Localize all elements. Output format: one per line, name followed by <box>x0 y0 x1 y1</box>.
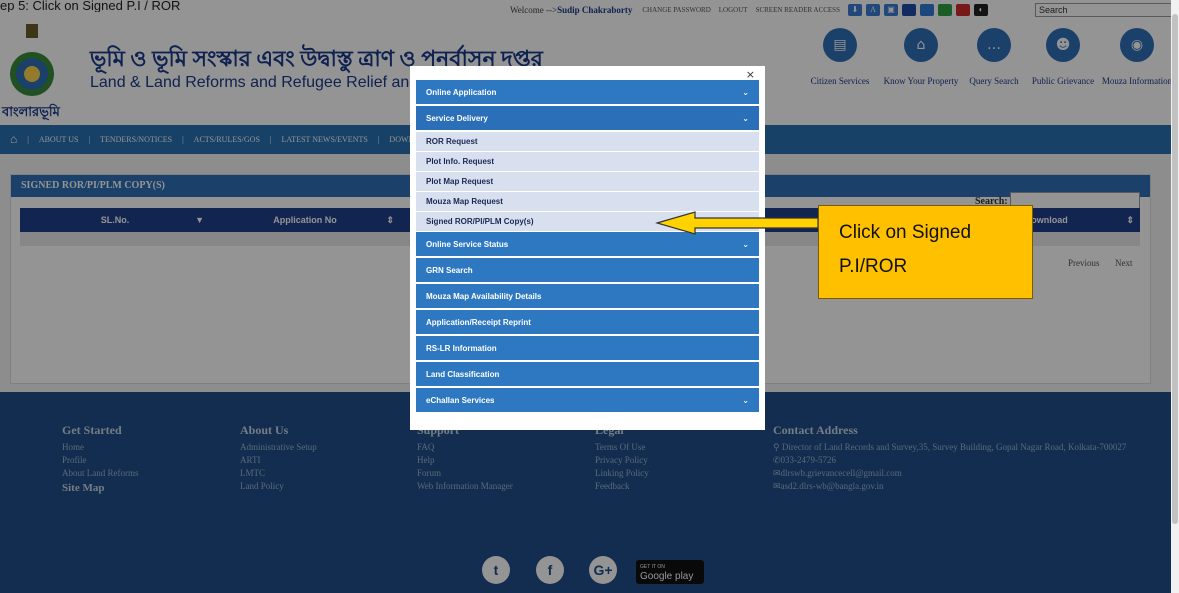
chevron-down-icon: ⌄ <box>742 395 749 405</box>
menu-service-delivery[interactable]: Service Delivery ⌄ <box>416 106 759 132</box>
submenu-mouza-map-request[interactable]: Mouza Map Request <box>416 192 759 212</box>
instruction-callout: Click on Signed P.I/ROR <box>818 205 1033 299</box>
scrollbar-thumb[interactable] <box>1172 14 1178 524</box>
chevron-down-icon: ⌄ <box>742 87 749 97</box>
menu-mouza-map-availability[interactable]: Mouza Map Availability Details <box>416 284 759 310</box>
chevron-down-icon: ⌄ <box>742 239 749 249</box>
menu-echallan-services[interactable]: eChallan Services ⌄ <box>416 388 759 414</box>
submenu-ror-request[interactable]: ROR Request <box>416 132 759 152</box>
services-popup: × Online Application ⌄ Service Delivery ⌄ … <box>410 66 765 430</box>
chevron-down-icon: ⌄ <box>742 113 749 123</box>
menu-land-classification[interactable]: Land Classification <box>416 362 759 388</box>
services-menu: Online Application ⌄ Service Delivery ⌄ RO… <box>416 80 759 414</box>
menu-receipt-reprint[interactable]: Application/Receipt Reprint <box>416 310 759 336</box>
submenu-plot-info-request[interactable]: Plot Info. Request <box>416 152 759 172</box>
menu-grn-search[interactable]: GRN Search <box>416 258 759 284</box>
pointer-arrow-icon <box>655 211 819 235</box>
submenu-plot-map-request[interactable]: Plot Map Request <box>416 172 759 192</box>
menu-online-application[interactable]: Online Application ⌄ <box>416 80 759 106</box>
menu-rslr-information[interactable]: RS-LR Information <box>416 336 759 362</box>
scrollbar[interactable] <box>1171 0 1179 593</box>
